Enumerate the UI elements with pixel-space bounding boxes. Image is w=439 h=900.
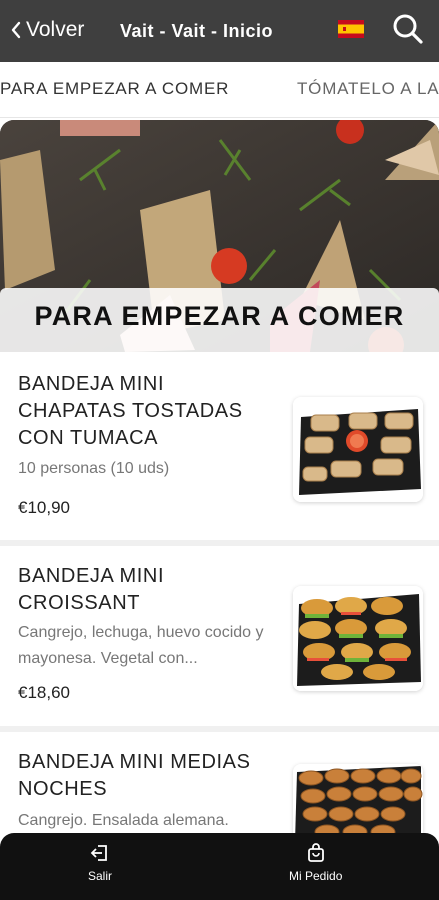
product-name: BANDEJA MINI CROISSANT	[18, 565, 165, 614]
product-image	[293, 586, 423, 691]
product-description: 10 personas (10 uds)	[18, 460, 170, 477]
logout-icon	[90, 845, 107, 861]
exit-label: Salir	[88, 869, 113, 883]
tab-para-empezar[interactable]: PARA EMPEZAR A COMER	[0, 79, 229, 99]
product-image	[293, 764, 423, 842]
chevron-left-icon	[11, 21, 21, 39]
product-image	[293, 397, 423, 502]
back-button[interactable]: Volver	[10, 18, 84, 42]
product-card[interactable]: BANDEJA MINI CROISSANT Cangrejo, lechuga…	[0, 546, 439, 732]
exit-button[interactable]: Salir	[88, 843, 112, 883]
product-description: Cangrejo, lechuga, huevo cocido y mayone…	[18, 624, 264, 667]
spain-flag-icon[interactable]	[338, 20, 364, 38]
product-name: BANDEJA MINI MEDIAS NOCHES	[18, 751, 251, 800]
back-label: Volver	[26, 18, 85, 41]
my-order-button[interactable]: Mi Pedido	[289, 843, 342, 883]
bottom-nav-bar: Salir Mi Pedido	[0, 833, 439, 900]
page-title: Vait - Vait - Inicio	[120, 21, 274, 41]
product-description: Cangrejo. Ensalada alemana.	[18, 812, 229, 829]
category-title: PARA EMPEZAR A COMER	[34, 301, 405, 331]
shopping-bag-icon	[307, 843, 324, 862]
top-bar: Volver Vait - Vait - Inicio	[0, 0, 439, 62]
tab-tomatelo[interactable]: TÓMATELO A LA	[297, 79, 439, 99]
product-price: €18,60	[18, 683, 70, 702]
product-name: BANDEJA MINI CHAPATAS TOSTADAS CON TUMAC…	[18, 373, 243, 449]
product-card[interactable]: BANDEJA MINI CHAPATAS TOSTADAS CON TUMAC…	[0, 352, 439, 546]
my-order-label: Mi Pedido	[289, 869, 343, 883]
product-price: €10,90	[18, 498, 70, 517]
search-icon[interactable]	[392, 13, 424, 45]
product-card[interactable]: BANDEJA MINI MEDIAS NOCHES Cangrejo. Ens…	[0, 732, 439, 842]
category-tabs: PARA EMPEZAR A COMER TÓMATELO A LA	[0, 62, 439, 118]
